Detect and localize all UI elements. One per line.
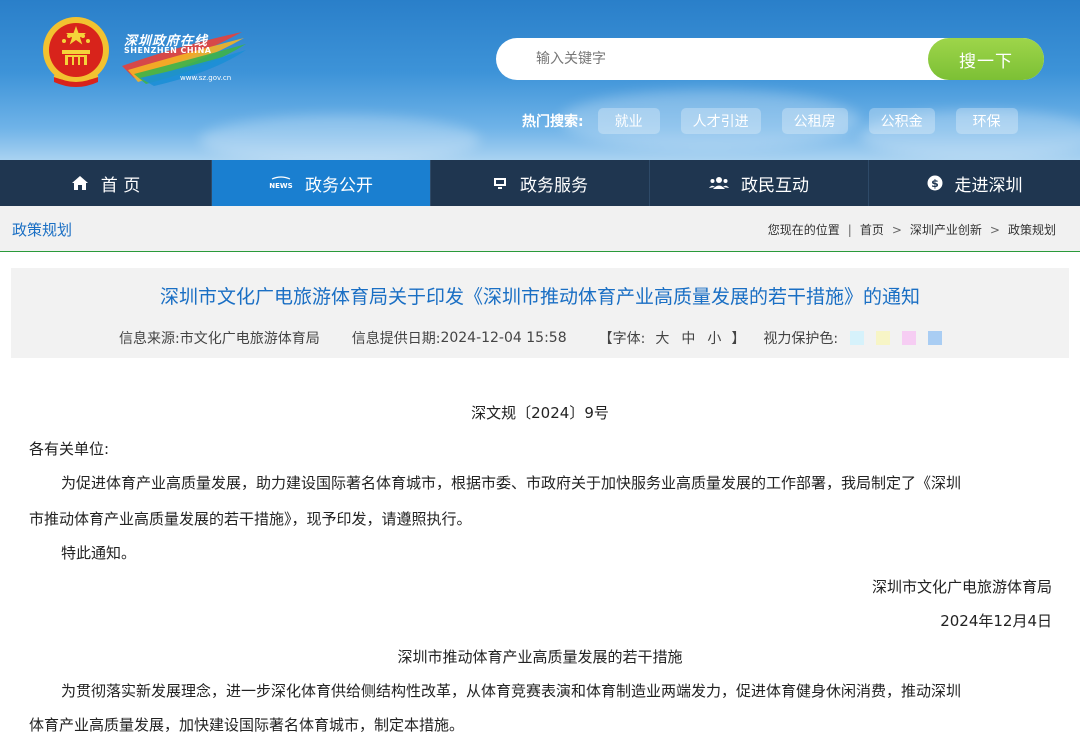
breadcrumb-industry-innovation[interactable]: 深圳产业创新 — [910, 221, 982, 238]
font-medium-button[interactable]: 中 — [681, 328, 695, 348]
greeting: 各有关单位: — [29, 440, 110, 458]
hot-tag-housing-fund[interactable]: 公积金 — [868, 108, 935, 134]
svg-text:NEWS: NEWS — [269, 182, 292, 190]
site-logo[interactable]: 深圳政府在线 SHENZHEN CHINA www.sz.gov.cn — [118, 26, 248, 86]
notice-text: 特此通知。 — [61, 544, 137, 562]
breadcrumb-location-label: 您现在的位置 — [767, 223, 840, 237]
hot-search-label: 热门搜索: — [522, 114, 584, 130]
nav-item-gov-services[interactable]: 政务服务 — [431, 160, 650, 206]
hot-tag-talent[interactable]: 人才引进 — [680, 108, 761, 134]
doc-number: 深文规〔2024〕9号 — [471, 404, 609, 422]
nav-item-interaction[interactable]: 政民互动 — [650, 160, 869, 206]
article-header: 深圳市文化广电旅游体育局关于印发《深圳市推动体育产业高质量发展的若干措施》的通知… — [11, 268, 1069, 358]
vision-swatch-pink[interactable] — [902, 331, 917, 345]
vision-swatch-cyan[interactable] — [850, 331, 865, 345]
breadcrumb-separator: > — [989, 222, 1000, 237]
date-value: 2024-12-04 15:58 — [440, 330, 567, 346]
nav-label: 政务服务 — [520, 175, 588, 196]
hot-search-row: 热门搜索: 就业 人才引进 公租房 公积金 环保 — [522, 108, 1039, 134]
logo-url-text: www.sz.gov.cn — [180, 74, 232, 82]
paragraph-2-line-2: 体育产业高质量发展，加快建设国际著名体育城市，制定本措施。 — [29, 716, 465, 734]
breadcrumb: 您现在的位置 | 首页 > 深圳产业创新 > 政策规划 — [764, 221, 1060, 238]
source-value: 市文化广电旅游体育局 — [179, 331, 320, 347]
home-icon — [71, 175, 89, 191]
breadcrumb-home[interactable]: 首页 — [860, 221, 884, 238]
paragraph-1-line-2: 市推动体育产业高质量发展的若干措施》，现予印发，请遵照执行。 — [29, 510, 472, 528]
dollar-icon: $ — [927, 175, 943, 191]
source-label: 信息来源: — [119, 331, 180, 347]
logo-en-text: SHENZHEN CHINA — [124, 46, 212, 55]
nav-item-home[interactable]: 首 页 — [0, 160, 212, 206]
search-box: 搜一下 — [496, 38, 1044, 80]
site-header: 深圳政府在线 SHENZHEN CHINA www.sz.gov.cn 搜一下 … — [0, 0, 1080, 160]
nav-item-explore-shenzhen[interactable]: $ 走进深圳 — [869, 160, 1080, 206]
search-input[interactable] — [536, 46, 916, 72]
article-meta: 信息来源: 市文化广电旅游体育局 信息提供日期: 2024-12-04 15:5… — [119, 328, 943, 348]
font-size-close: 】 — [731, 331, 746, 347]
nav-label: 走进深圳 — [954, 175, 1023, 196]
monitor-icon — [492, 176, 508, 190]
font-small-button[interactable]: 小 — [707, 328, 721, 348]
article-title: 深圳市文化广电旅游体育局关于印发《深圳市推动体育产业高质量发展的若干措施》的通知 — [159, 286, 920, 308]
font-size-label: 【字体: — [598, 331, 646, 347]
measures-title: 深圳市推动体育产业高质量发展的若干措施 — [397, 648, 683, 666]
people-icon — [709, 176, 729, 190]
main-nav: 首 页 NEWS 政务公开 政务服务 政民互动 $ 走进深圳 — [0, 160, 1080, 206]
breadcrumb-separator: | — [847, 222, 852, 237]
national-emblem-icon — [43, 17, 109, 87]
breadcrumb-bar: 政策规划 您现在的位置 | 首页 > 深圳产业创新 > 政策规划 — [0, 206, 1080, 252]
font-large-button[interactable]: 大 — [655, 328, 669, 348]
sign-date: 2024年12月4日 — [940, 612, 1052, 630]
paragraph-1-line-1: 为促进体育产业高质量发展，助力建设国际著名体育城市，根据市委、市政府关于加快服务… — [61, 474, 962, 492]
breadcrumb-separator: > — [891, 222, 902, 237]
vision-swatch-yellow[interactable] — [876, 331, 891, 345]
news-icon: NEWS — [269, 176, 293, 190]
hot-tag-environment[interactable]: 环保 — [955, 108, 1018, 134]
date-label: 信息提供日期: — [351, 331, 441, 347]
nav-label: 首 页 — [100, 175, 141, 196]
search-button[interactable]: 搜一下 — [928, 38, 1044, 80]
nav-label: 政务公开 — [305, 175, 373, 196]
paragraph-2-line-1: 为贯彻落实新发展理念，进一步深化体育供给侧结构性改革，从体育竞赛表演和体育制造业… — [61, 682, 962, 700]
nav-label: 政民互动 — [741, 175, 809, 196]
breadcrumb-policy[interactable]: 政策规划 — [1008, 221, 1056, 238]
vision-swatch-blue[interactable] — [928, 331, 943, 345]
vision-color-label: 视力保护色: — [763, 331, 839, 347]
hot-tag-public-housing[interactable]: 公租房 — [781, 108, 848, 134]
nav-item-gov-affairs-open[interactable]: NEWS 政务公开 — [212, 160, 431, 206]
hot-tag-jobs[interactable]: 就业 — [597, 108, 660, 134]
svg-text:$: $ — [931, 177, 939, 190]
signer: 深圳市文化广电旅游体育局 — [871, 578, 1052, 596]
section-title[interactable]: 政策规划 — [12, 219, 72, 240]
